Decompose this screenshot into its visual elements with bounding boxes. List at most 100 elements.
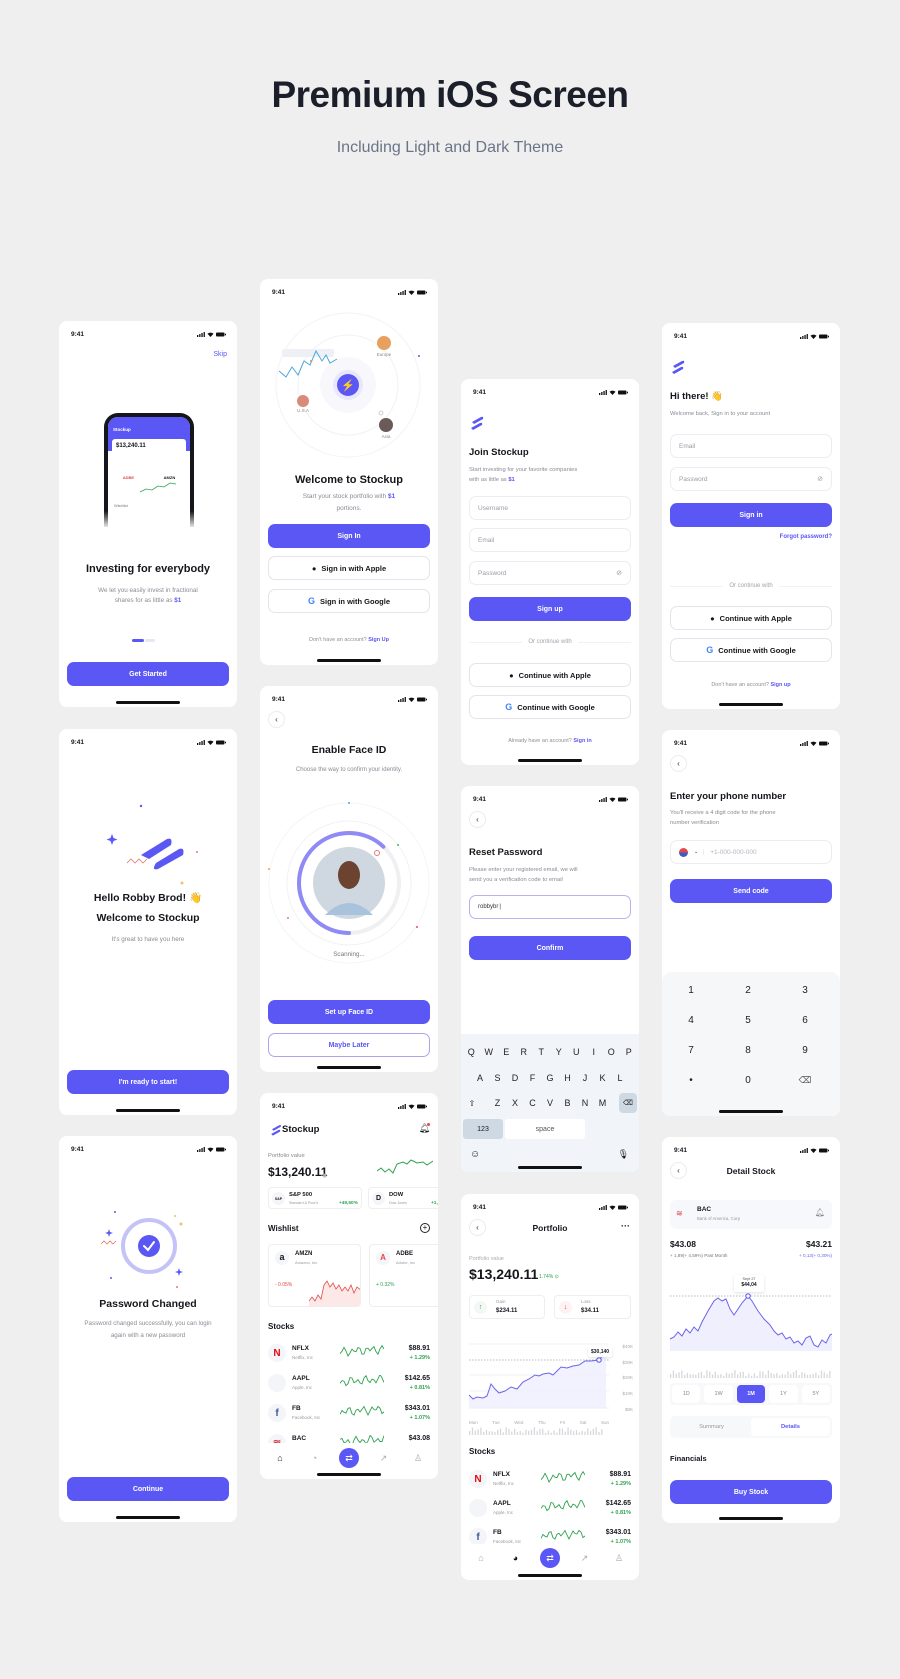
index-card[interactable]: S&P S&P 500 Standard & Poor's +49,50% (268, 1187, 362, 1209)
stock-row[interactable]: N NFLX Netflix, Inc $88.91 + 1.29% (268, 1342, 430, 1366)
page-dot[interactable] (145, 639, 155, 642)
email-input[interactable]: robbybr | (469, 895, 631, 919)
keypad-key[interactable]: 7 (671, 1045, 711, 1056)
key-h[interactable]: H (560, 1068, 576, 1088)
keypad-key[interactable]: 9 (785, 1045, 825, 1056)
tab-trending-icon[interactable]: ↗ (374, 1448, 394, 1468)
back-button[interactable]: ‹ (469, 811, 486, 828)
skip-link[interactable]: Skip (213, 351, 227, 358)
keypad-key[interactable]: • (671, 1075, 711, 1086)
tab-home-icon[interactable]: ⌂ (270, 1448, 290, 1468)
tab-trending-icon[interactable]: ↗ (575, 1548, 595, 1568)
continue-button[interactable]: Continue (67, 1477, 229, 1501)
key-f[interactable]: F (525, 1068, 541, 1088)
tab-transfer-icon[interactable]: ⇄ (540, 1548, 560, 1568)
tab-home-icon[interactable]: ⌂ (471, 1548, 491, 1568)
stock-row[interactable]: N NFLX Netflix, Inc $88.91 + 1.29% (469, 1468, 631, 1492)
emoji-icon[interactable]: ☺ (470, 1149, 480, 1160)
tab-profile-icon[interactable]: ♙ (408, 1448, 428, 1468)
sign-in-button[interactable]: Sign In (268, 524, 430, 548)
send-code-button[interactable]: Send code (670, 879, 832, 903)
key-o[interactable]: O (604, 1042, 620, 1062)
key-k[interactable]: K (595, 1068, 611, 1088)
continue-apple-button[interactable]: ● Continue with Apple (469, 663, 631, 687)
eye-off-icon[interactable]: ⊘ (616, 569, 622, 577)
stock-row[interactable]: AAPL Apple, Inc $142.65 + 0.81% (268, 1372, 430, 1396)
key-g[interactable]: G (542, 1068, 558, 1088)
key-a[interactable]: A (472, 1068, 488, 1088)
keypad-key[interactable]: 5 (728, 1015, 768, 1026)
key-s[interactable]: S (490, 1068, 506, 1088)
ready-button[interactable]: I'm ready to start! (67, 1070, 229, 1094)
email-input[interactable]: Email (670, 434, 832, 458)
email-input[interactable]: Email (469, 528, 631, 552)
sign-up-link[interactable]: Sign up (770, 682, 790, 688)
key-j[interactable]: J (577, 1068, 593, 1088)
key-c[interactable]: C (525, 1093, 541, 1113)
tab-transfer-icon[interactable]: ⇄ (339, 1448, 359, 1468)
tab-pie-chart-icon[interactable]: ◔ (305, 1448, 325, 1468)
more-icon[interactable]: ··· (621, 1221, 630, 1231)
microphone-icon[interactable]: 🎙 (618, 1149, 629, 1160)
keypad-key[interactable]: 6 (785, 1015, 825, 1026)
key-v[interactable]: V (542, 1093, 558, 1113)
key-u[interactable]: U (569, 1042, 585, 1062)
key-r[interactable]: R (516, 1042, 532, 1062)
us-flag-icon[interactable] (679, 847, 688, 857)
stock-row[interactable]: f FB Facebook, Inc $343.01 + 1.07% (268, 1402, 430, 1426)
continue-apple-button[interactable]: ● Continue with Apple (670, 606, 832, 630)
keypad-key[interactable]: 1 (671, 985, 711, 996)
keypad-key[interactable]: 4 (671, 1015, 711, 1026)
period-1w[interactable]: 1W (704, 1385, 733, 1403)
sign-in-apple-button[interactable]: ● Sign in with Apple (268, 556, 430, 580)
forgot-password-link[interactable]: Forgot password? (780, 534, 832, 540)
password-input[interactable]: Password ⊘ (469, 561, 631, 585)
backspace-key[interactable]: ⌫ (619, 1093, 637, 1113)
sign-up-button[interactable]: Sign up (469, 597, 631, 621)
key-m[interactable]: M (595, 1093, 611, 1113)
key-d[interactable]: D (507, 1068, 523, 1088)
key-i[interactable]: I (586, 1042, 602, 1062)
password-input[interactable]: Password ⊘ (670, 467, 832, 491)
key-n[interactable]: N (577, 1093, 593, 1113)
key-l[interactable]: L (612, 1068, 628, 1088)
eye-icon[interactable]: ◉ (322, 1172, 327, 1179)
key-e[interactable]: E (499, 1042, 515, 1062)
shift-key[interactable]: ⇧ (463, 1093, 481, 1113)
back-button[interactable]: ‹ (670, 755, 687, 772)
bell-icon[interactable]: 🔔︎ (419, 1123, 430, 1134)
back-button[interactable]: ‹ (268, 711, 285, 728)
sign-up-link[interactable]: Sign Up (368, 637, 389, 643)
chevron-down-icon[interactable]: ⌄ (694, 849, 705, 855)
index-card[interactable]: D DOW Dow Jones +1, (368, 1187, 438, 1209)
key-q[interactable]: Q (464, 1042, 480, 1062)
keypad-key[interactable]: 2 (728, 985, 768, 996)
tab-details[interactable]: Details (751, 1418, 830, 1436)
continue-google-button[interactable]: G Continue with Google (469, 695, 631, 719)
period-5y[interactable]: 5Y (801, 1385, 831, 1403)
bell-icon[interactable]: 🔔︎ (815, 1208, 825, 1217)
tab-summary[interactable]: Summary (672, 1418, 751, 1436)
key-123[interactable]: 123 (463, 1119, 503, 1139)
period-1d[interactable]: 1D (672, 1385, 701, 1403)
eye-off-icon[interactable]: ⊘ (817, 475, 823, 483)
period-1y[interactable]: 1Y (769, 1385, 798, 1403)
continue-google-button[interactable]: G Continue with Google (670, 638, 832, 662)
setup-faceid-button[interactable]: Set up Face ID (268, 1000, 430, 1024)
key-space[interactable]: space (505, 1119, 585, 1139)
keypad-key[interactable]: 3 (785, 985, 825, 996)
wishlist-card[interactable]: A ADBE Adobe, Inc + 0.32% (369, 1244, 438, 1307)
key-x[interactable]: X (507, 1093, 523, 1113)
key-w[interactable]: W (481, 1042, 497, 1062)
tab-pie-chart-icon[interactable]: ◕ (506, 1548, 526, 1568)
buy-stock-button[interactable]: Buy Stock (670, 1480, 832, 1504)
key-t[interactable]: T (534, 1042, 550, 1062)
keypad-key[interactable]: 8 (728, 1045, 768, 1056)
period-1m[interactable]: 1M (736, 1385, 766, 1403)
confirm-button[interactable]: Confirm (469, 936, 631, 960)
get-started-button[interactable]: Get Started (67, 662, 229, 686)
add-wishlist-button[interactable]: + (420, 1223, 430, 1233)
backspace-icon[interactable]: ⌫ (785, 1075, 825, 1086)
username-input[interactable]: Username (469, 496, 631, 520)
key-z[interactable]: Z (490, 1093, 506, 1113)
